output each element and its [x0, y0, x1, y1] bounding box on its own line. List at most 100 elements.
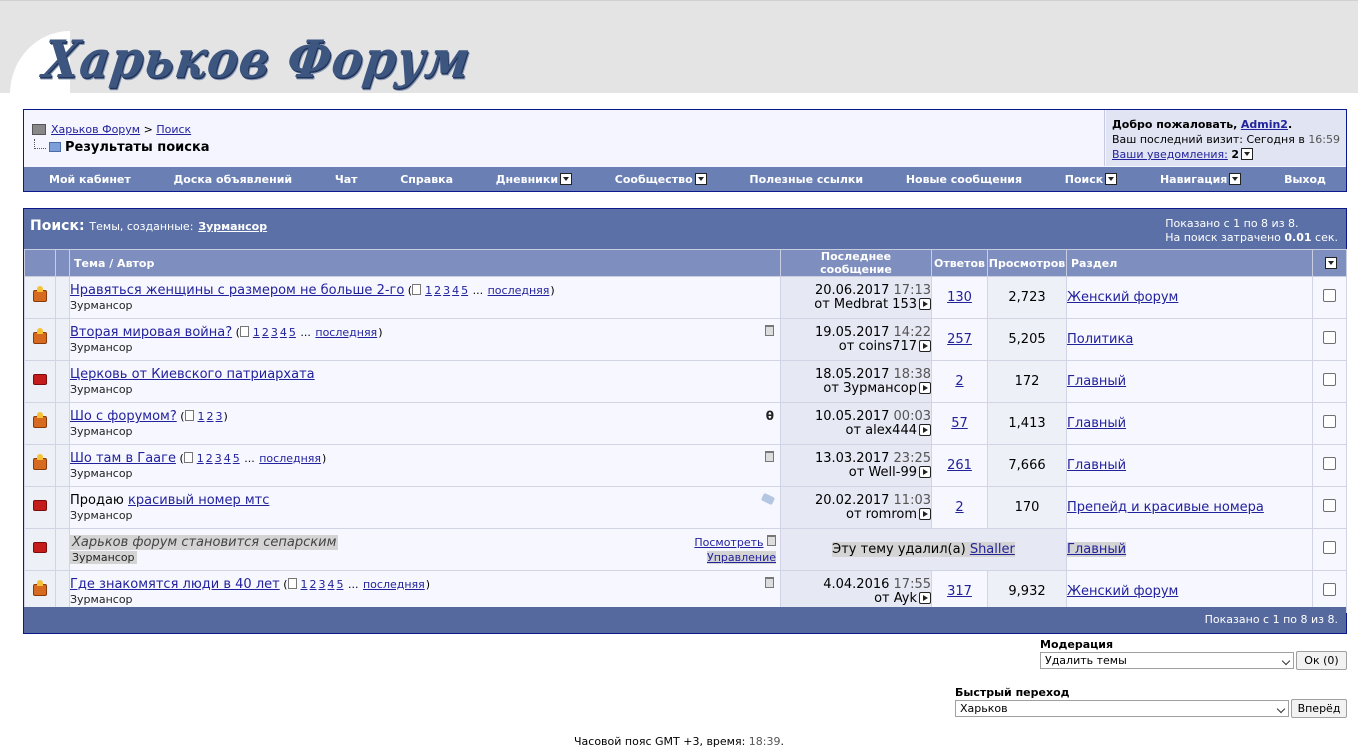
go-to-last-post-icon[interactable] — [919, 339, 931, 352]
page-link[interactable]: 2 — [434, 284, 441, 297]
page-link[interactable]: 1 — [301, 578, 308, 591]
forum-link[interactable]: Главный — [1067, 542, 1127, 557]
go-to-last-post-icon[interactable] — [919, 297, 931, 310]
page-link[interactable]: 5 — [233, 452, 240, 465]
last-page-link[interactable]: последняя — [488, 284, 550, 297]
page-link[interactable]: 1 — [425, 284, 432, 297]
thread-checkbox[interactable] — [1323, 415, 1336, 428]
go-to-last-post-icon[interactable] — [919, 423, 931, 436]
page-link[interactable]: 2 — [262, 326, 269, 339]
page-link[interactable]: 2 — [310, 578, 317, 591]
select-cell — [1312, 444, 1347, 487]
thread-title-link[interactable]: Шо там в Гааге — [70, 451, 176, 466]
page-link[interactable]: 2 — [207, 410, 214, 423]
page-link[interactable]: 4 — [328, 578, 335, 591]
thread-title-link[interactable]: Вторая мировая война? — [70, 325, 232, 340]
last-page-link[interactable]: последняя — [315, 326, 377, 339]
page-link[interactable]: 1 — [198, 410, 205, 423]
replies-link[interactable]: 257 — [947, 332, 972, 347]
menu-item[interactable]: Сообщество — [615, 172, 707, 186]
thread-title-link[interactable]: Нравяться женщины с размером не больше 2… — [70, 283, 404, 298]
replies-link[interactable]: 2 — [955, 374, 963, 389]
col-topic[interactable]: Тема / Автор — [69, 249, 781, 277]
page-link[interactable]: 3 — [443, 284, 450, 297]
select-all-icon[interactable] — [1324, 256, 1337, 269]
replies-link[interactable]: 261 — [947, 458, 972, 473]
forum-link[interactable]: Женский форум — [1067, 290, 1178, 305]
replies-link[interactable]: 130 — [947, 290, 972, 305]
forum-link[interactable]: Главный — [1067, 374, 1126, 389]
view-deleted-link[interactable]: Посмотреть — [694, 536, 763, 549]
page-link[interactable]: 4 — [280, 326, 287, 339]
page-link[interactable]: 4 — [224, 452, 231, 465]
page-link[interactable]: 5 — [461, 284, 468, 297]
last-page-link[interactable]: последняя — [363, 578, 425, 591]
replies-link[interactable]: 57 — [951, 416, 968, 431]
page-link[interactable]: 3 — [215, 452, 222, 465]
menu-item[interactable]: Чат — [335, 173, 358, 186]
page-link[interactable]: 1 — [253, 326, 260, 339]
thread-checkbox[interactable] — [1323, 541, 1336, 554]
thread-title-link[interactable]: Церковь от Киевского патриархата — [70, 367, 315, 382]
menu-item[interactable]: Выход — [1284, 173, 1326, 186]
page-link[interactable]: 3 — [216, 410, 223, 423]
go-to-last-post-icon[interactable] — [919, 591, 931, 604]
forum-link[interactable]: Главный — [1067, 458, 1126, 473]
site-logo[interactable]: Харьков Форум — [40, 29, 475, 89]
col-replies[interactable]: Ответов — [931, 249, 988, 277]
menu-item[interactable]: Мой кабинет — [49, 173, 131, 186]
thread-checkbox[interactable] — [1323, 457, 1336, 470]
forum-link[interactable]: Политика — [1067, 332, 1133, 347]
col-forum[interactable]: Раздел — [1066, 249, 1313, 277]
username-link[interactable]: Admin2 — [1241, 118, 1288, 131]
breadcrumb-home-link[interactable]: Харьков Форум — [51, 123, 140, 136]
menu-dropdown-icon[interactable] — [1105, 172, 1118, 185]
col-last[interactable]: Последнее сообщение — [780, 249, 932, 277]
page-link[interactable]: 5 — [289, 326, 296, 339]
menu-dropdown-icon[interactable] — [694, 172, 707, 185]
notifications-dropdown-icon[interactable] — [1241, 148, 1254, 160]
menu-item[interactable]: Поиск — [1065, 172, 1118, 186]
page-link[interactable]: 5 — [337, 578, 344, 591]
page-link[interactable]: 4 — [452, 284, 459, 297]
notifications-link[interactable]: Ваши уведомления: — [1112, 148, 1228, 161]
go-to-last-post-icon[interactable] — [919, 381, 931, 394]
menu-item[interactable]: Полезные ссылки — [749, 173, 863, 186]
page-link[interactable]: 3 — [271, 326, 278, 339]
thread-checkbox[interactable] — [1323, 331, 1336, 344]
page-link[interactable]: 2 — [206, 452, 213, 465]
menu-dropdown-icon[interactable] — [1229, 172, 1242, 185]
menu-item[interactable]: Доска объявлений — [173, 173, 292, 186]
menu-item[interactable]: Справка — [400, 173, 453, 186]
thread-checkbox[interactable] — [1323, 373, 1336, 386]
breadcrumb-search-link[interactable]: Поиск — [156, 123, 191, 136]
col-views[interactable]: Просмотров — [987, 249, 1067, 277]
thread-checkbox[interactable] — [1323, 289, 1336, 302]
thread-title-link[interactable]: Шо с форумом? — [70, 409, 177, 424]
menu-item[interactable]: Новые сообщения — [906, 173, 1022, 186]
moderation-ok-button[interactable]: Ок (0) — [1296, 651, 1347, 670]
deleted-by-link[interactable]: Shaller — [970, 542, 1015, 557]
menu-item[interactable]: Дневники — [496, 172, 573, 186]
thread-checkbox[interactable] — [1323, 583, 1336, 596]
quickjump-go-button[interactable]: Вперёд — [1291, 699, 1347, 718]
go-to-last-post-icon[interactable] — [919, 507, 931, 520]
replies-link[interactable]: 317 — [947, 584, 972, 599]
go-to-last-post-icon[interactable] — [919, 465, 931, 478]
thread-checkbox[interactable] — [1323, 499, 1336, 512]
manage-link[interactable]: Управление — [706, 551, 776, 564]
moderation-select[interactable]: Удалить темы — [1040, 652, 1294, 669]
results-user-link[interactable]: Зурмансор — [198, 220, 267, 233]
forum-link[interactable]: Главный — [1067, 416, 1126, 431]
forum-link[interactable]: Препейд и красивые номера — [1067, 500, 1264, 515]
page-link[interactable]: 3 — [319, 578, 326, 591]
page-link[interactable]: 1 — [197, 452, 204, 465]
menu-dropdown-icon[interactable] — [560, 172, 573, 185]
replies-link[interactable]: 2 — [955, 500, 963, 515]
thread-title-link[interactable]: Где знакомятся люди в 40 лет — [70, 577, 280, 592]
forum-link[interactable]: Женский форум — [1067, 584, 1178, 599]
menu-item[interactable]: Навигация — [1160, 172, 1242, 186]
thread-title-link[interactable]: красивый номер мтс — [128, 493, 269, 508]
quickjump-select[interactable]: Харьков — [955, 700, 1289, 717]
last-page-link[interactable]: последняя — [259, 452, 321, 465]
